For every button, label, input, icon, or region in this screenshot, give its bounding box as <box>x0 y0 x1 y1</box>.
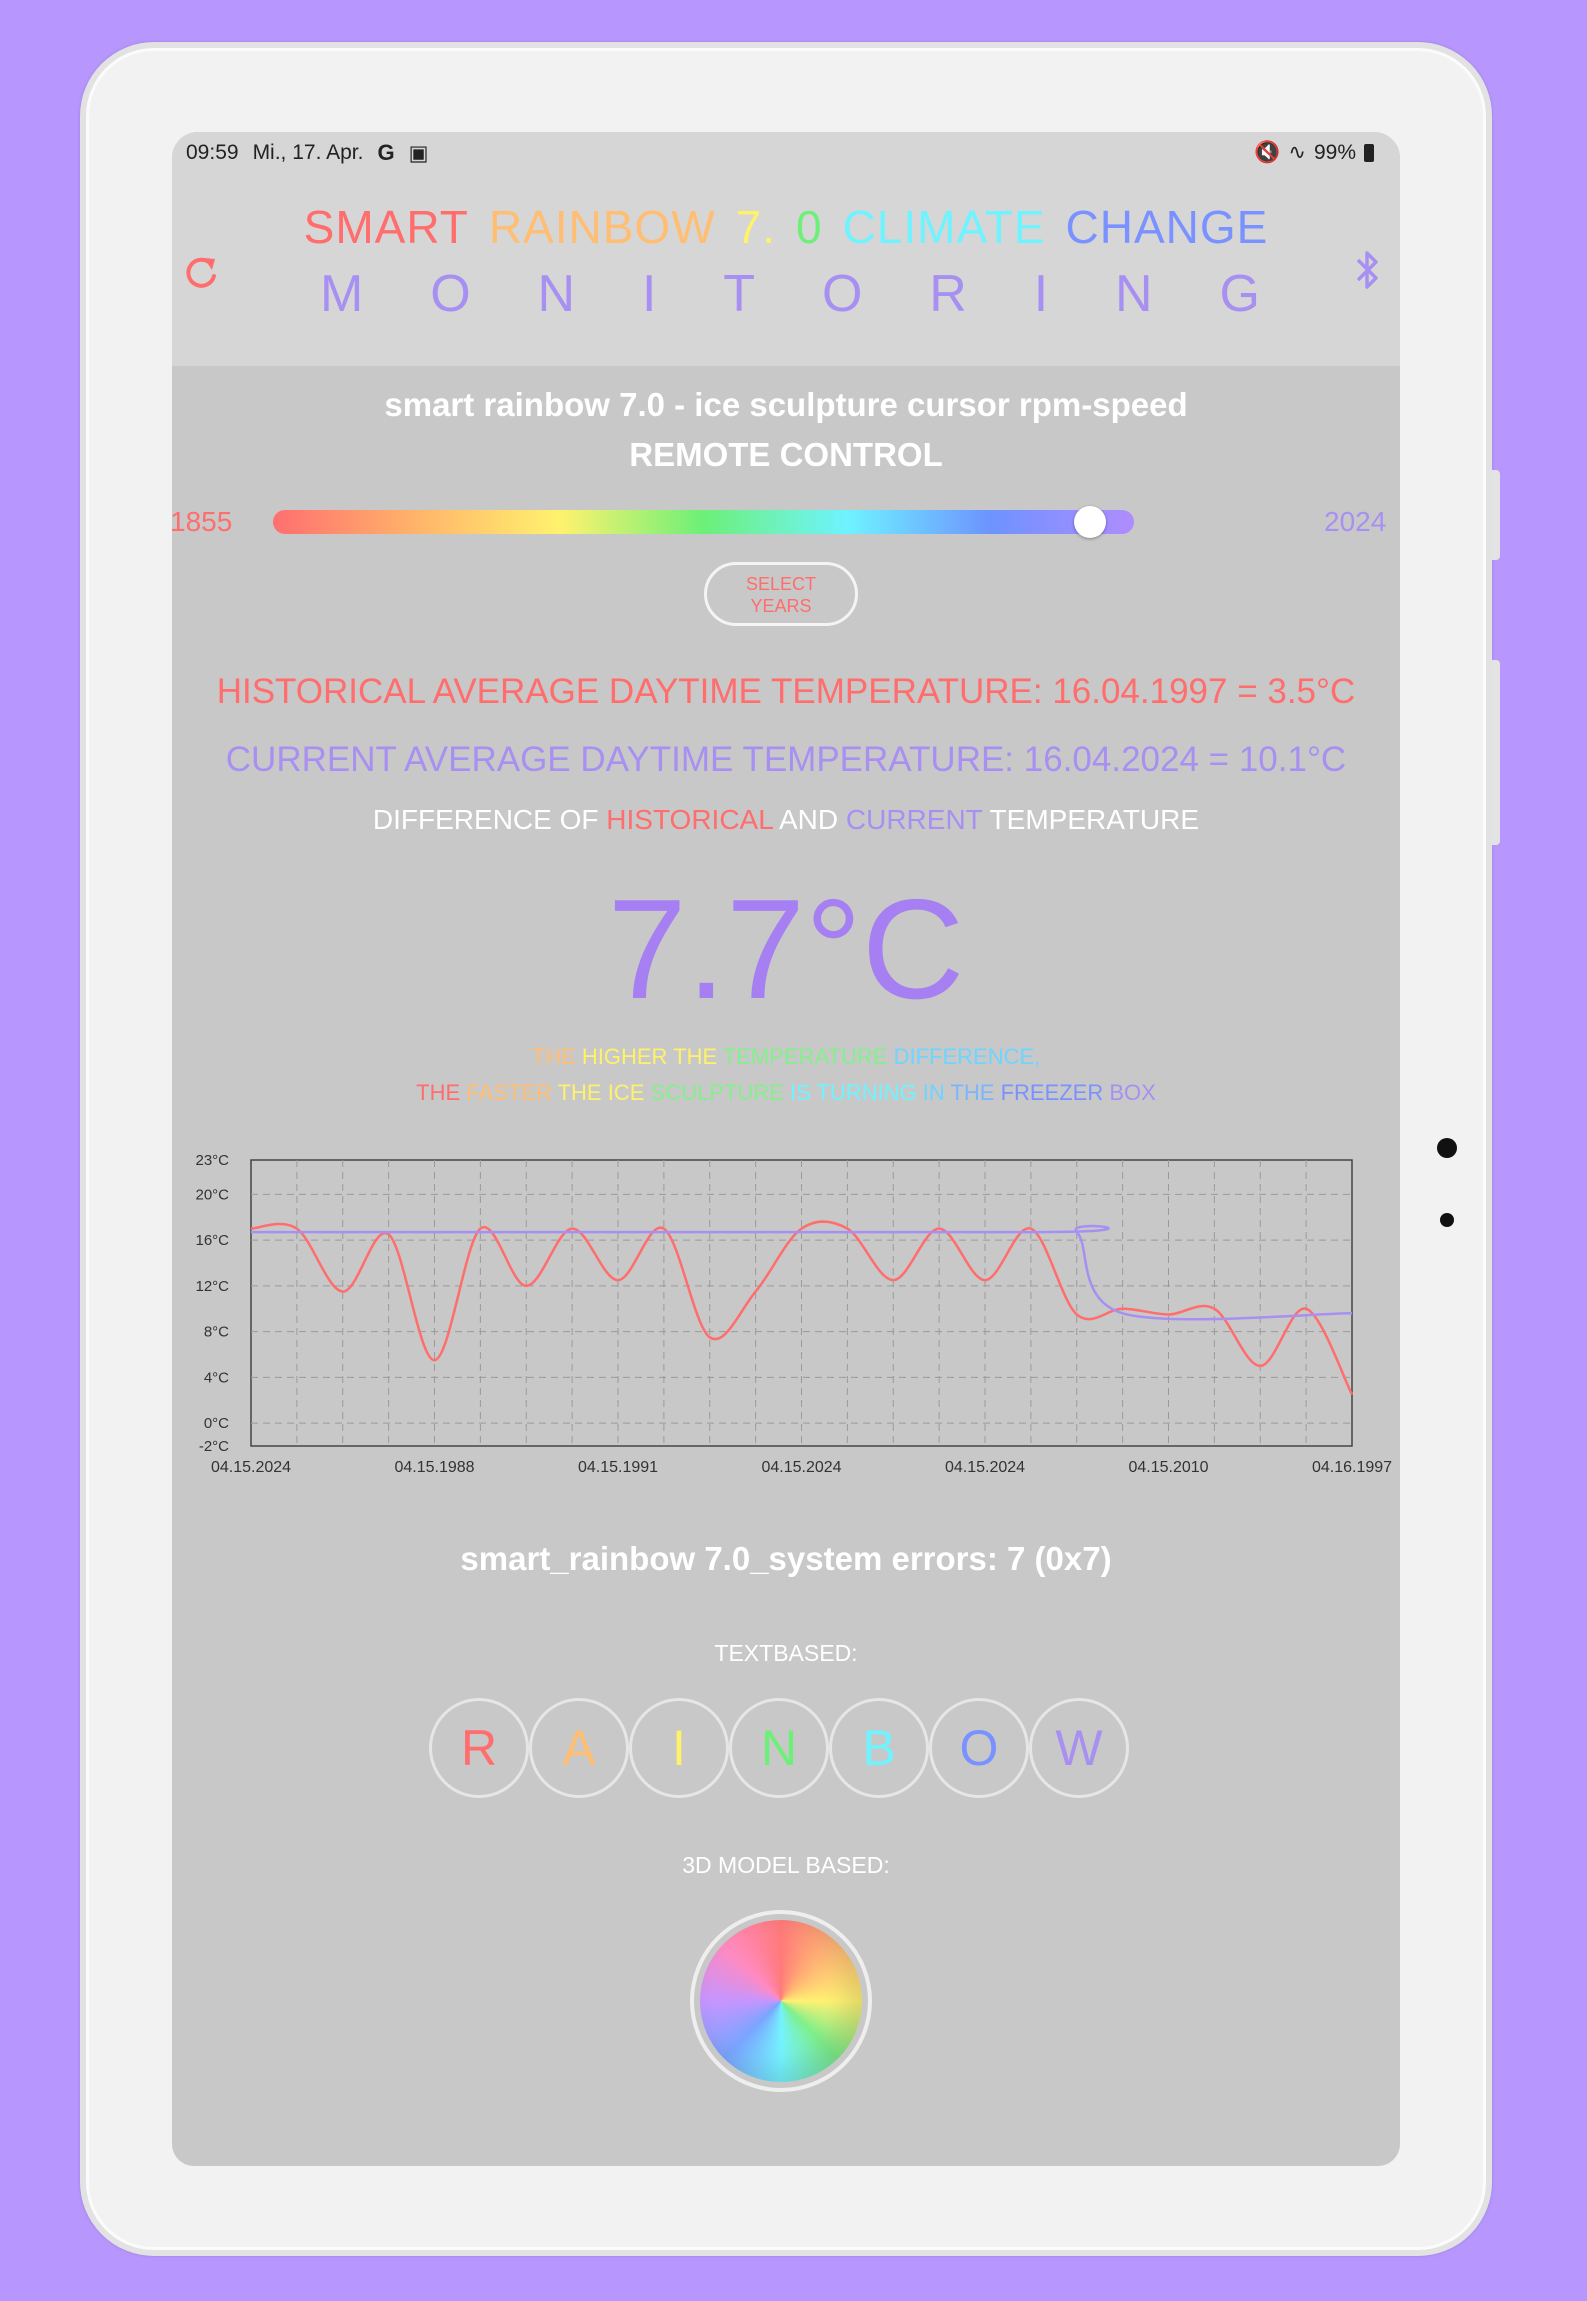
chart-y-tick-label: 8°C <box>204 1324 229 1341</box>
rainbow-sphere-icon <box>700 1920 862 2082</box>
camera-dot <box>1437 1138 1457 1158</box>
title-word: 0 <box>795 201 823 253</box>
sensor-dot <box>1440 1213 1454 1227</box>
note-word: HIGHER <box>581 1044 674 1069</box>
title-word: RAINBOW <box>488 201 716 253</box>
temperature-chart: 23°C 20°C 16°C 12°C 8°C 4°C 0°C -2°C 04.15.2024 0… <box>195 1152 1392 1472</box>
subtitle-letter: T <box>723 265 756 323</box>
volume-button <box>1492 470 1500 560</box>
note-word: TEMPERATURE <box>722 1044 894 1069</box>
chart-y-tick-label: 4°C <box>204 1369 229 1386</box>
letter-button-i[interactable]: I <box>629 1698 729 1798</box>
rainbow-letter-buttons: RAINBOW <box>429 1698 1129 1798</box>
chart-x-tick-label: 04.15.2024 <box>761 1459 841 1472</box>
chart-x-tick-label: 04.15.2024 <box>945 1459 1025 1472</box>
note-word: IN <box>922 1080 951 1105</box>
select-years-button[interactable]: SELECT YEARS <box>704 562 858 626</box>
note-word: THE <box>416 1080 467 1105</box>
control-title: smart rainbow 7.0 - ice sculpture cursor… <box>384 386 1188 423</box>
temperature-difference-value: 7.7°C <box>607 870 965 1029</box>
chart-x-tick-label: 04.15.2010 <box>1128 1459 1208 1472</box>
title-word: CLIMATE <box>842 201 1046 253</box>
letter-button-b[interactable]: B <box>829 1698 929 1798</box>
chart-y-tick-label: 23°C <box>195 1152 229 1169</box>
subtitle-letter: O <box>821 265 863 323</box>
letter-button-o[interactable]: O <box>929 1698 1029 1798</box>
subtitle-letter: N <box>537 265 576 323</box>
note-line-2: THE FASTER THE ICE SCULPTURE IS TURNING … <box>172 1080 1400 1106</box>
app-title: SMART RAINBOW 7. 0 CLIMATE CHANGE <box>172 200 1400 254</box>
bluetooth-icon[interactable] <box>1348 246 1388 294</box>
gallery-icon: ▣ <box>408 141 429 165</box>
slider-min-label: 1855 <box>172 506 233 537</box>
app-subtitle: MONITORING <box>320 264 1260 324</box>
note-word: IS <box>789 1080 817 1105</box>
refresh-icon[interactable] <box>178 250 222 294</box>
year-slider-thumb[interactable] <box>1073 506 1106 538</box>
google-icon: G <box>377 140 395 165</box>
chart-y-tick-label: 20°C <box>195 1186 229 1203</box>
difference-label-part1: DIFFERENCE OF <box>372 804 607 835</box>
chart-y-tick-label: 16°C <box>195 1232 229 1249</box>
power-button <box>1492 660 1500 845</box>
note-word: THE <box>950 1080 1001 1105</box>
difference-label-historical: HISTORICAL <box>606 804 773 835</box>
textbased-label: TEXTBASED: <box>714 1640 858 1666</box>
subtitle-letter: I <box>641 265 657 323</box>
difference-label-current: CURRENT <box>845 804 983 835</box>
mute-icon: 🔇 <box>1254 140 1281 164</box>
subtitle-letter: G <box>1219 265 1260 323</box>
model-label: 3D MODEL BASED: <box>682 1852 890 1878</box>
app-screen: 09:59 Mi., 17. Apr. G ▣ 🔇 ∿ 99% SMART RAI… <box>172 132 1400 2166</box>
note-word: THE <box>557 1080 608 1105</box>
system-errors: smart_rainbow 7.0_system errors: 7 (0x7) <box>460 1540 1112 1577</box>
chart-x-tick-label: 04.15.1991 <box>578 1459 658 1472</box>
3d-model-button[interactable] <box>690 1910 872 2092</box>
wifi-icon: ∿ <box>1288 141 1306 164</box>
note-word: FASTER <box>466 1080 558 1105</box>
slider-max-label: 2024 <box>1324 506 1387 537</box>
subtitle-letter: M <box>320 265 364 323</box>
letter-button-r[interactable]: R <box>429 1698 529 1798</box>
chart-y-tick-label: 0°C <box>204 1415 229 1432</box>
current-temperature: CURRENT AVERAGE DAYTIME TEMPERATURE: 16.… <box>225 740 1347 779</box>
subtitle-letter: I <box>1033 265 1049 323</box>
difference-label-part2: TEMPERATURE <box>982 804 1200 835</box>
note-word: DIFFERENCE, <box>893 1044 1041 1069</box>
chart-x-tick-label: 04.15.1988 <box>394 1459 474 1472</box>
difference-label: DIFFERENCE OF HISTORICAL AND CURRENT TEM… <box>172 804 1400 836</box>
letter-button-n[interactable]: N <box>729 1698 829 1798</box>
note-word: ICE <box>607 1080 651 1105</box>
title-word: 7. <box>735 201 776 253</box>
chart-y-tick-label: 12°C <box>195 1278 229 1295</box>
letter-button-w[interactable]: W <box>1029 1698 1129 1798</box>
control-subtitle: REMOTE CONTROL <box>629 436 943 473</box>
subtitle-letter: O <box>430 265 471 323</box>
battery-level: 99% <box>1313 140 1356 164</box>
status-time: 09:59 <box>186 141 239 164</box>
status-bar: 09:59 Mi., 17. Apr. G ▣ 🔇 ∿ 99% <box>172 132 1400 172</box>
difference-label-and: AND <box>772 804 846 835</box>
note-word: BOX <box>1109 1080 1156 1105</box>
chart-x-tick-label: 04.16.1997 <box>1312 1459 1392 1472</box>
status-date: Mi., 17. Apr. <box>252 141 364 164</box>
title-word: SMART <box>303 201 469 253</box>
chart-x-tick-label: 04.15.2024 <box>211 1459 291 1472</box>
historical-temperature: HISTORICAL AVERAGE DAYTIME TEMPERATURE: … <box>216 672 1356 711</box>
title-word: CHANGE <box>1065 201 1269 253</box>
note-word: TURNING <box>816 1080 923 1105</box>
note-word: FREEZER <box>1000 1080 1110 1105</box>
note-word: SCULPTURE <box>650 1080 790 1105</box>
subtitle-letter: N <box>1115 265 1153 323</box>
note-line-1: THE HIGHER THE TEMPERATURE DIFFERENCE, <box>172 1044 1400 1070</box>
note-word: THE <box>673 1044 723 1069</box>
note-word: THE <box>531 1044 582 1069</box>
letter-button-a[interactable]: A <box>529 1698 629 1798</box>
subtitle-letter: R <box>929 265 967 323</box>
year-slider[interactable] <box>273 510 1134 534</box>
chart-y-tick-label: -2°C <box>199 1438 229 1455</box>
battery-icon <box>1364 143 1374 162</box>
